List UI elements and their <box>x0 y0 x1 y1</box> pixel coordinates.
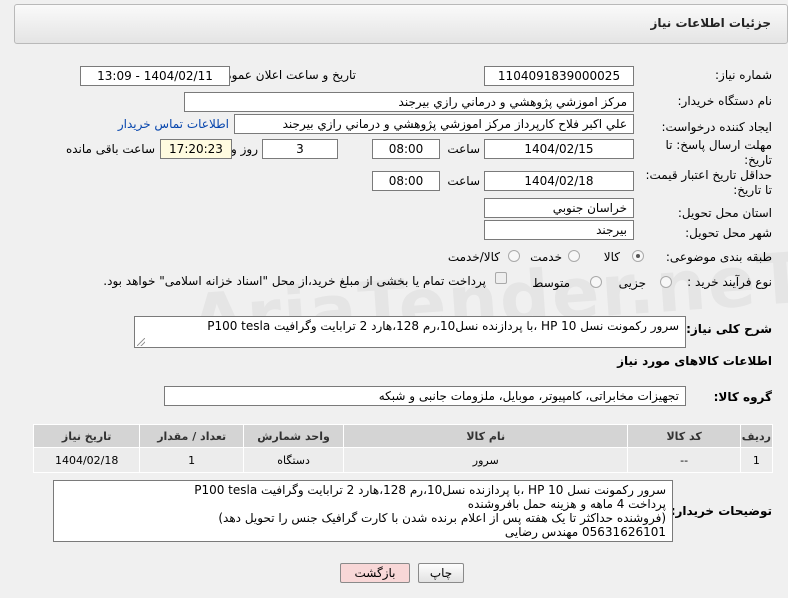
buyer-org-field: مرکز اموزشي پژوهشي و درماني رازي بيرجند <box>184 92 634 112</box>
process-radio-medium[interactable] <box>590 276 602 288</box>
validity-time-field: 08:00 <box>372 171 440 191</box>
category-radio-goods-service[interactable] <box>508 250 520 262</box>
buyer-notes-line: 05631626101 مهندس رضایی <box>504 525 666 539</box>
cell-unit: دستگاه <box>243 447 345 473</box>
announce-label: تاریخ و ساعت اعلان عمومی: <box>211 68 356 82</box>
col-header-unit: واحد شمارش <box>243 424 345 448</box>
buyer-notes-textarea[interactable]: سرور رکمونت نسل HP 10 ،با پردازنده نسل10… <box>53 480 673 542</box>
category-option-goods: کالا <box>603 250 620 264</box>
cell-need-date: 1404/02/18 <box>32 447 141 473</box>
goods-info-title: اطلاعات کالاهای مورد نیاز <box>617 354 772 368</box>
cell-item-name: سرور <box>343 447 629 473</box>
goods-group-label: گروه کالا: <box>713 390 772 404</box>
general-desc-text: سرور رکمونت نسل HP 10 ،با پردازنده نسل10… <box>207 319 679 333</box>
city-label: شهر محل تحویل: <box>685 226 772 240</box>
buyer-notes-line: سرور رکمونت نسل HP 10 ،با پردازنده نسل10… <box>194 483 666 497</box>
need-number-label: شماره نیاز: <box>715 68 772 82</box>
goods-table: ردیف کد کالا نام کالا واحد شمارش تعداد /… <box>32 424 774 473</box>
col-header-row-number: ردیف <box>739 424 774 448</box>
cell-row-number: 1 <box>739 447 774 473</box>
category-radio-service[interactable] <box>568 250 580 262</box>
general-desc-label: شرح کلی نیاز: <box>686 322 772 336</box>
buyer-org-label: نام دستگاه خریدار: <box>677 94 773 108</box>
col-header-item-code: کد کالا <box>627 424 741 448</box>
province-field: خراسان جنوبي <box>484 198 634 218</box>
validity-date-field: 1404/02/18 <box>484 171 634 191</box>
remaining-time-field: 17:20:23 <box>160 139 232 159</box>
treasury-payment-checkbox[interactable] <box>495 272 507 284</box>
buyer-contact-link[interactable]: اطلاعات تماس خریدار <box>118 117 229 131</box>
need-number-field: 1104091839000025 <box>484 66 634 86</box>
days-remaining-field: 3 <box>262 139 338 159</box>
payment-note: پرداخت تمام یا بخشی از مبلغ خرید،از محل … <box>103 274 486 288</box>
buyer-notes-line: پرداخت 4 ماهه و هزینه حمل بافروشنده <box>467 497 666 511</box>
days-label: روز و <box>231 142 258 156</box>
deadline-time-field: 08:00 <box>372 139 440 159</box>
remaining-time-label: ساعت باقی مانده <box>65 142 155 156</box>
cell-quantity: 1 <box>139 447 245 473</box>
resize-grip-icon <box>137 338 145 346</box>
validity-label-line2: تا تاریخ: <box>733 183 772 197</box>
process-label: نوع فرآیند خرید : <box>687 275 772 289</box>
back-button[interactable]: بازگشت <box>340 563 410 583</box>
city-field: بيرجند <box>484 220 634 240</box>
category-label: طبقه بندی موضوعی: <box>665 250 772 264</box>
cell-item-code: -- <box>627 447 741 473</box>
goods-group-field: تجهیزات مخابراتی، کامپیوتر، موبایل، ملزو… <box>164 386 686 406</box>
category-option-service: خدمت <box>530 250 562 264</box>
validity-label-line1: حداقل تاریخ اعتبار قیمت: <box>645 168 772 182</box>
requester-field: علي اکبر فلاح کارپرداز مرکز اموزشي پژوهش… <box>234 114 634 134</box>
deadline-time-label: ساعت <box>447 142 480 156</box>
province-label: استان محل تحویل: <box>677 206 772 220</box>
deadline-label-line2: تاریخ: <box>744 153 772 167</box>
deadline-label-line1: مهلت ارسال پاسخ: تا <box>665 138 772 152</box>
requester-label: ایجاد کننده درخواست: <box>661 120 772 134</box>
buyer-notes-line: (فروشنده حداکثر تا یک هفته پس از اعلام ب… <box>218 511 666 525</box>
header-panel: جزئیات اطلاعات نیاز <box>14 4 788 44</box>
category-radio-goods[interactable] <box>632 250 644 262</box>
deadline-date-field: 1404/02/15 <box>484 139 634 159</box>
process-option-minor: جزیی <box>618 276 646 290</box>
process-option-medium: متوسط <box>532 276 570 290</box>
table-header-row: ردیف کد کالا نام کالا واحد شمارش تعداد /… <box>32 424 774 448</box>
process-radio-minor[interactable] <box>660 276 672 288</box>
table-row[interactable]: 1 -- سرور دستگاه 1 1404/02/18 <box>32 447 774 473</box>
print-button[interactable]: چاپ <box>418 563 464 583</box>
col-header-quantity: تعداد / مقدار <box>139 424 245 448</box>
general-desc-textarea[interactable]: سرور رکمونت نسل HP 10 ،با پردازنده نسل10… <box>134 316 686 348</box>
validity-time-label: ساعت <box>447 174 480 188</box>
col-header-need-date: تاریخ نیاز <box>32 424 141 448</box>
page-title: جزئیات اطلاعات نیاز <box>650 16 771 30</box>
category-option-goods-service: کالا/خدمت <box>447 250 500 264</box>
col-header-item-name: نام کالا <box>343 424 629 448</box>
buyer-notes-label: توضیحات خریدار: <box>670 504 772 518</box>
announce-datetime-field: 1404/02/11 - 13:09 <box>80 66 230 86</box>
